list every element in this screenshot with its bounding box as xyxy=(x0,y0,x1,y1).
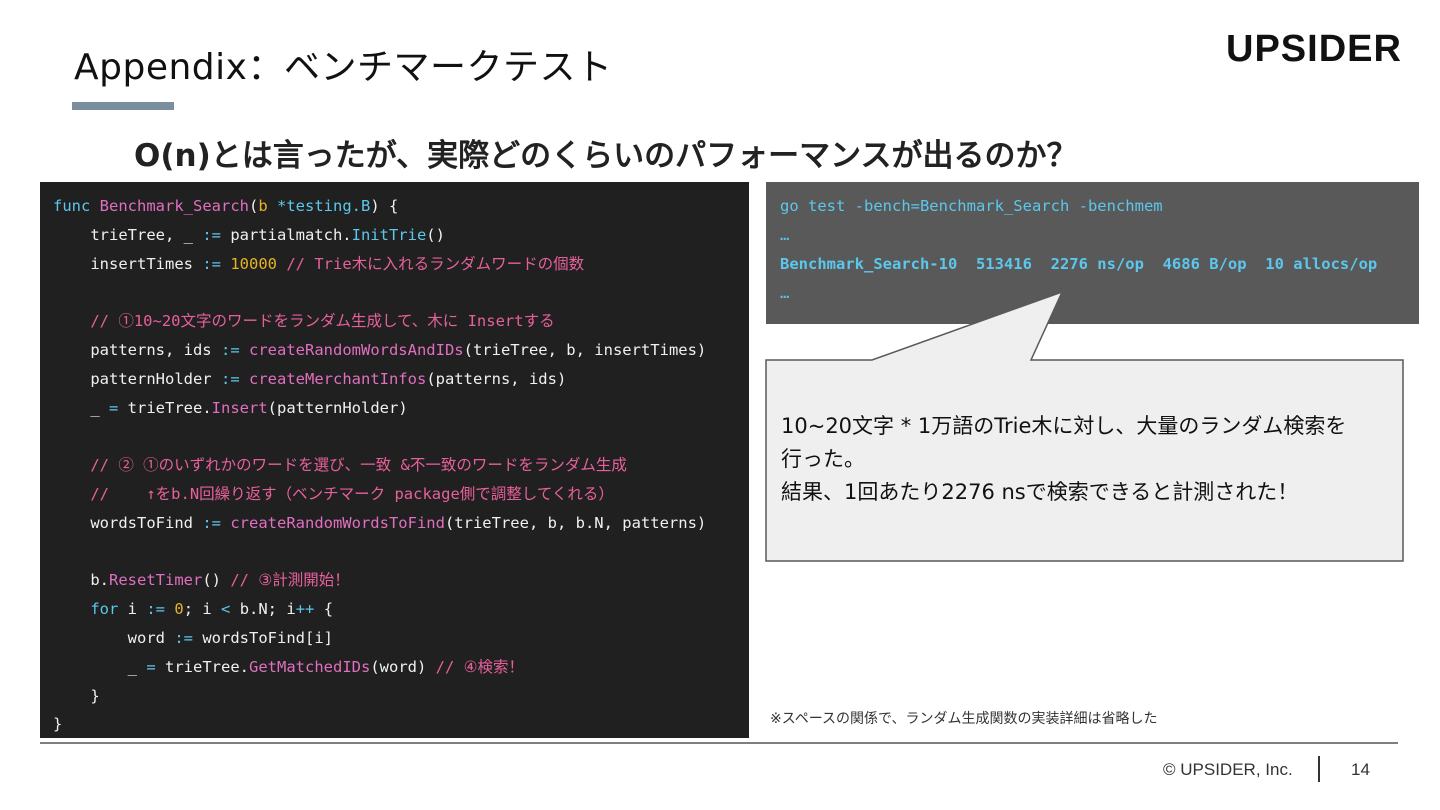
callout-line: 結果、1回あたり2276 nsで検索できると計測された！ xyxy=(781,480,1299,504)
callout-line: 10~20文字 * 1万語のTrie木に対し、大量のランダム検索を xyxy=(781,414,1347,438)
footer-copyright: © UPSIDER, Inc. xyxy=(1163,760,1293,779)
footnote: ※スペースの関係で、ランダム生成関数の実装詳細は省略した xyxy=(770,711,1158,727)
callout-bubble xyxy=(765,290,1404,562)
footer-divider xyxy=(40,742,1398,744)
footer-separator xyxy=(1318,756,1320,782)
callout-line: 行った。 xyxy=(781,447,865,471)
page-number: 14 xyxy=(1351,760,1370,779)
callout-text: 10~20文字 * 1万語のTrie木に対し、大量のランダム検索を 行った。 結… xyxy=(781,410,1391,509)
